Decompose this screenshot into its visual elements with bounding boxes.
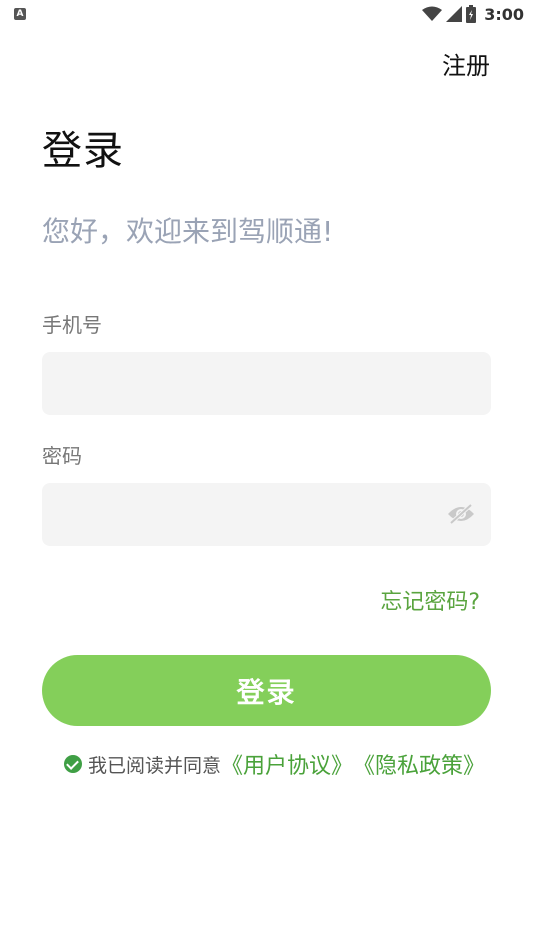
password-label: 密码 (42, 444, 82, 468)
page-title: 登录 (42, 128, 124, 174)
signal-icon (446, 6, 463, 22)
eye-off-icon[interactable] (446, 502, 476, 526)
password-input[interactable] (42, 483, 491, 546)
agreement-text: 我已阅读并同意 (88, 754, 222, 777)
privacy-policy-link[interactable]: 《隐私政策》 (353, 748, 485, 780)
status-time: 3:00 (484, 4, 524, 24)
agreement-row: 我已阅读并同意 《用户协议》 《隐私政策》 (64, 748, 485, 780)
notification-icon: A (14, 8, 26, 20)
status-bar: A 3:00 (0, 0, 534, 28)
welcome-text: 您好，欢迎来到驾顺通! (42, 215, 334, 248)
battery-icon (466, 5, 477, 23)
register-link[interactable]: 注册 (442, 46, 490, 81)
status-bar-right: 3:00 (422, 4, 524, 24)
phone-label: 手机号 (42, 313, 102, 337)
agreement-checkbox[interactable] (64, 755, 82, 773)
phone-input[interactable] (42, 352, 491, 415)
login-button[interactable]: 登录 (42, 655, 491, 726)
wifi-icon (422, 6, 443, 21)
forgot-password-link[interactable]: 忘记密码? (380, 584, 480, 616)
user-agreement-link[interactable]: 《用户协议》 (221, 748, 353, 780)
